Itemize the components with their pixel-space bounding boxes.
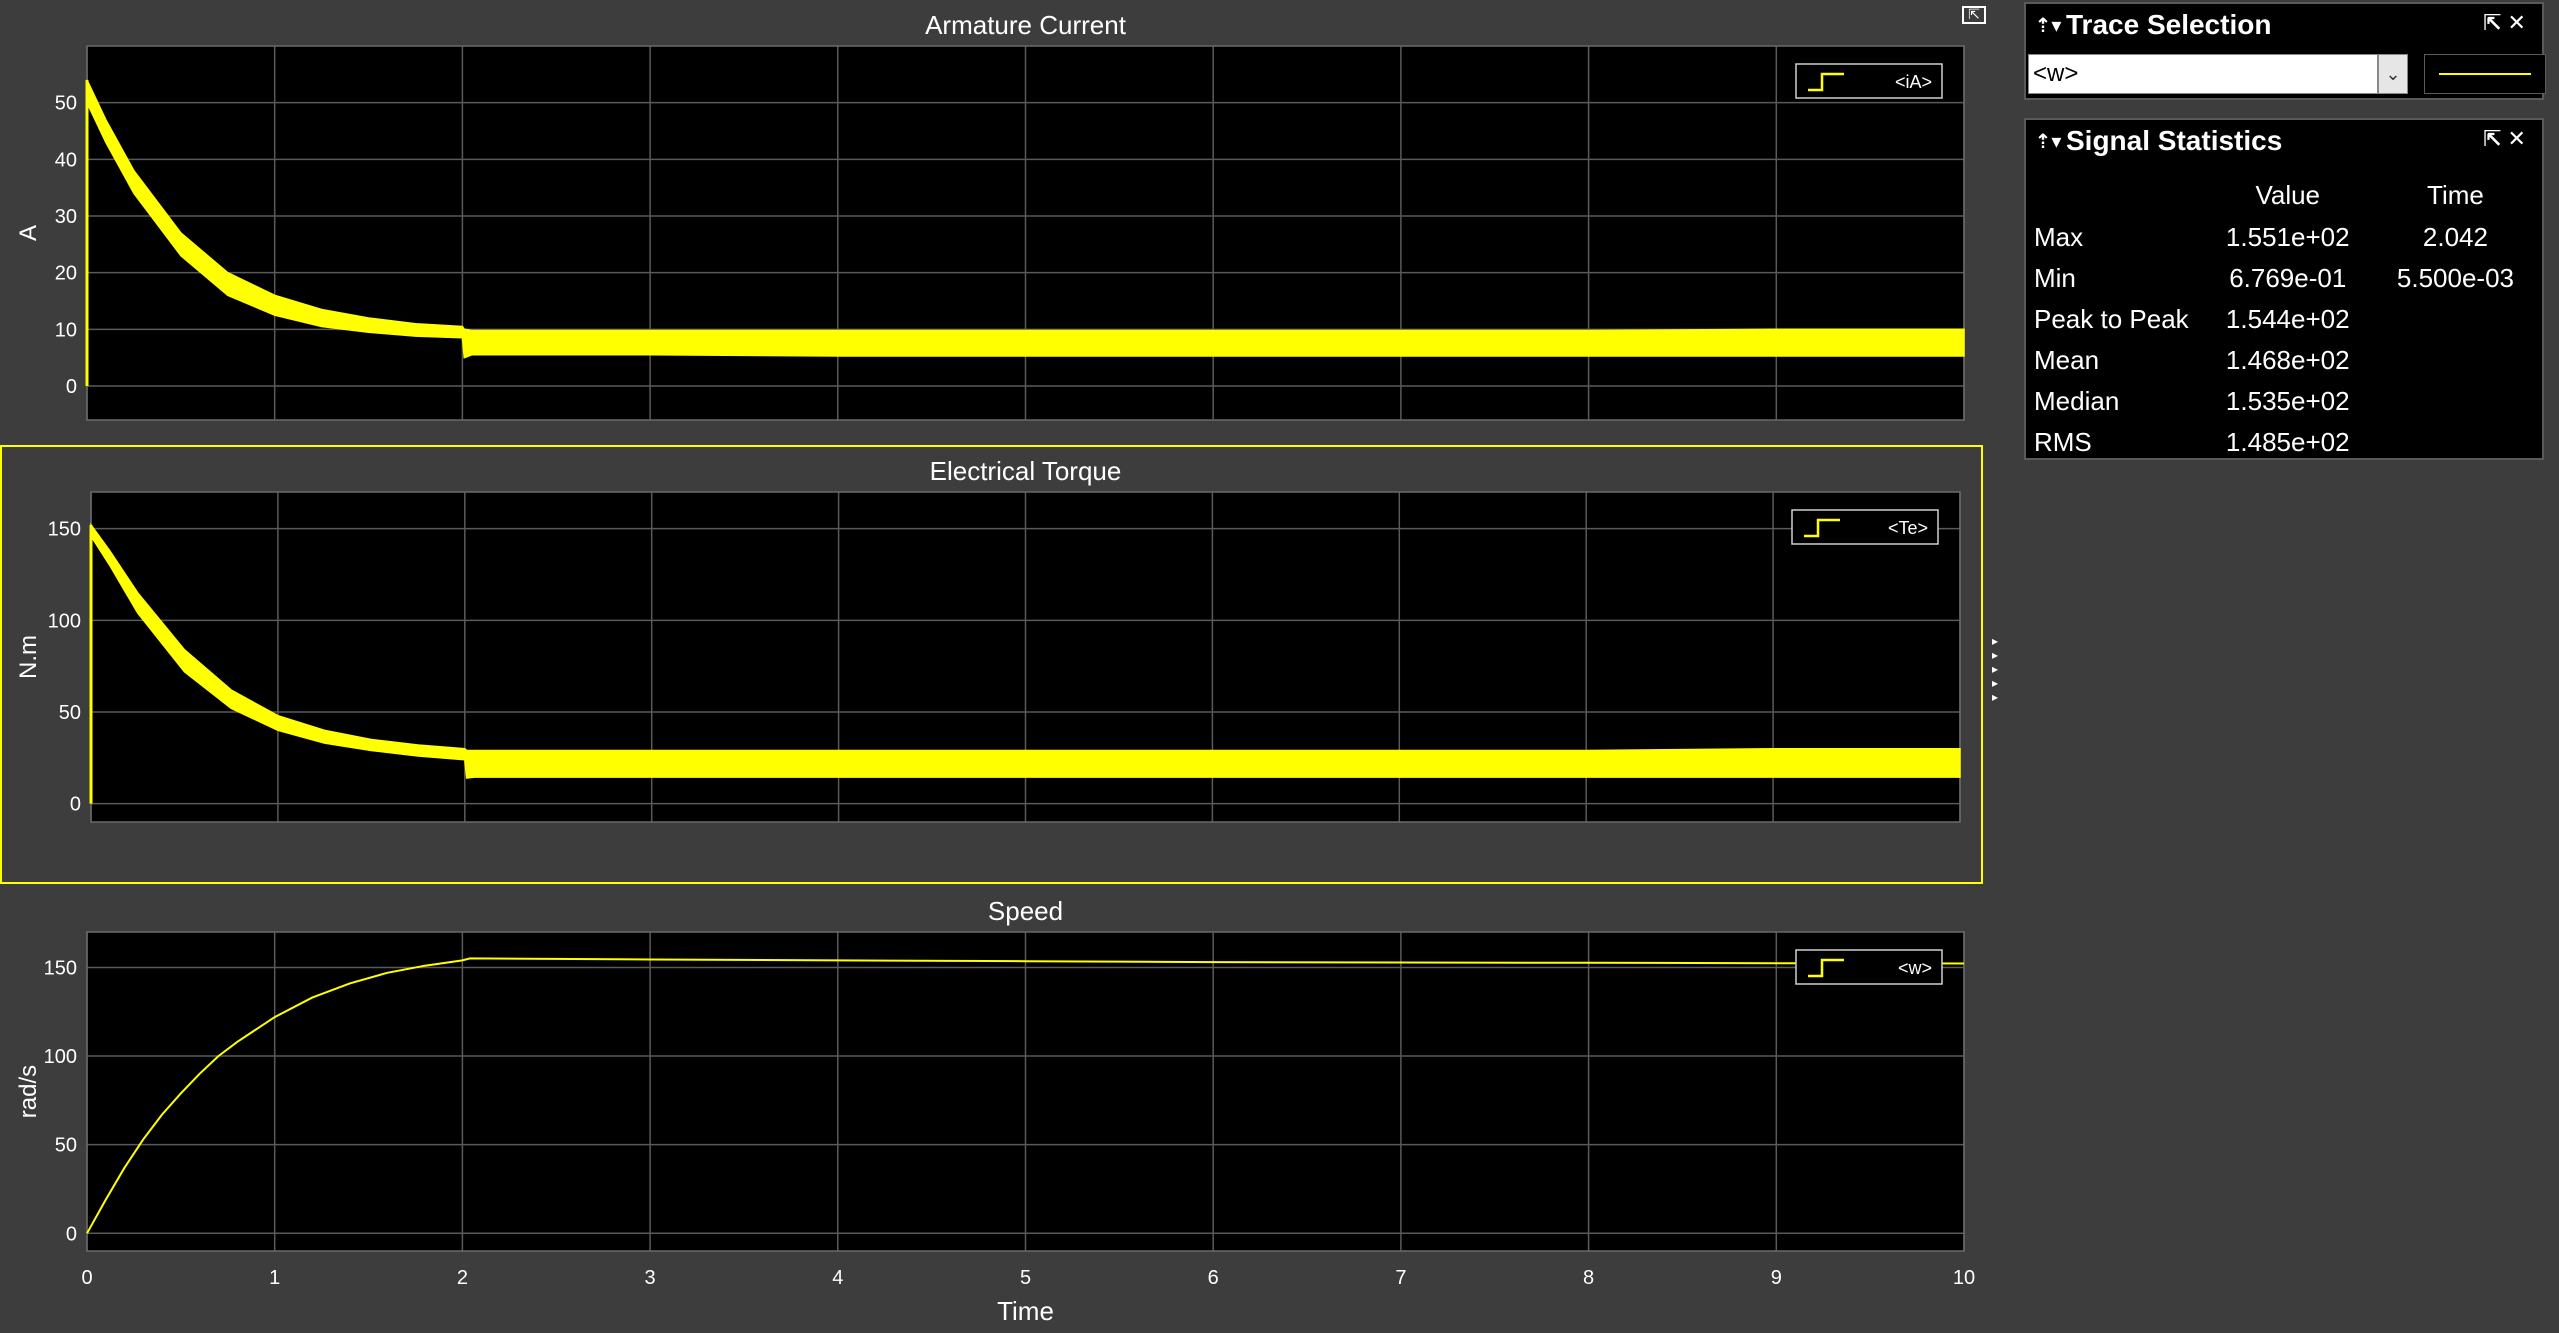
- y-tick-label: 0: [66, 376, 77, 398]
- legend-label: <iA>: [1895, 72, 1932, 92]
- y-tick-label: 0: [66, 1223, 77, 1245]
- signal-statistics-panel: ⇡▾ Signal Statistics ⇱✕ Value Time Max 1…: [2024, 118, 2544, 460]
- trace-selection-panel: ⇡▾ Trace Selection ⇱✕ <w> ⌄: [2024, 2, 2546, 100]
- panel-window-buttons[interactable]: ⇱✕: [2483, 10, 2532, 36]
- y-tick-label: 40: [55, 149, 77, 171]
- stats-col-value: Value: [2255, 180, 2321, 210]
- x-tick-label: 4: [832, 1267, 843, 1289]
- trace-selection-title: Trace Selection: [2066, 9, 2272, 40]
- plot-title: Electrical Torque: [930, 456, 1122, 486]
- stats-row: RMS 1.485e+02: [2030, 422, 2542, 463]
- x-axis-label: Time: [997, 1296, 1054, 1326]
- stats-time: [2369, 299, 2542, 340]
- trace-selection-header: ⇡▾ Trace Selection ⇱✕: [2026, 4, 2542, 46]
- stats-time: [2369, 381, 2542, 422]
- stats-label: RMS: [2034, 427, 2092, 457]
- undock-icon[interactable]: ⇱: [1962, 6, 1986, 24]
- stats-col-time: Time: [2427, 180, 2484, 210]
- legend-label: <Te>: [1888, 518, 1928, 538]
- legend: <w>: [1795, 949, 1943, 985]
- x-tick-label: 5: [1020, 1267, 1031, 1289]
- stats-label: Mean: [2034, 345, 2100, 375]
- y-axis-label: N.m: [15, 635, 42, 679]
- y-tick-label: 100: [44, 1046, 77, 1068]
- stats-time: 2.042: [2422, 222, 2488, 252]
- x-tick-label: 1: [269, 1267, 280, 1289]
- y-axis-label: rad/s: [15, 1065, 42, 1118]
- stats-value: 1.544e+02: [2225, 304, 2350, 334]
- stats-label: Peak to Peak: [2034, 304, 2189, 334]
- y-tick-label: 150: [48, 519, 81, 541]
- signal-statistics-title: Signal Statistics: [2066, 125, 2283, 156]
- x-tick-label: 8: [1583, 1267, 1594, 1289]
- x-tick-label: 10: [1953, 1267, 1975, 1289]
- stats-time: [2369, 422, 2542, 463]
- stats-value: 1.468e+02: [2225, 345, 2350, 375]
- x-tick-label: 6: [1208, 1267, 1219, 1289]
- plot-title: Speed: [988, 896, 1063, 926]
- trace-select-dropdown[interactable]: <w>: [2028, 54, 2378, 94]
- stats-row: Peak to Peak 1.544e+02: [2030, 299, 2542, 340]
- legend: <iA>: [1795, 63, 1943, 99]
- expand-arrows-icon[interactable]: ▸ ▸ ▸ ▸ ▸: [1992, 634, 2006, 704]
- y-tick-label: 100: [48, 610, 81, 632]
- stats-label: Median: [2034, 386, 2120, 416]
- x-tick-label: 9: [1771, 1267, 1782, 1289]
- trace-line-style-swatch[interactable]: [2424, 54, 2546, 94]
- stats-row: Mean 1.468e+02: [2030, 340, 2542, 381]
- signal-statistics-table: Value Time Max 1.551e+02 2.042 Min 6.769…: [2030, 174, 2542, 463]
- collapse-pin-icon[interactable]: ⇡▾: [2034, 129, 2062, 154]
- collapse-pin-icon[interactable]: ⇡▾: [2034, 13, 2062, 38]
- stats-time: 5.500e-03: [2396, 263, 2514, 293]
- x-tick-label: 2: [457, 1267, 468, 1289]
- stats-row: Min 6.769e-01 5.500e-03: [2030, 258, 2542, 299]
- y-tick-label: 50: [55, 1135, 77, 1157]
- panel-window-buttons[interactable]: ⇱✕: [2483, 126, 2532, 152]
- stats-value: 1.551e+02: [2225, 222, 2350, 252]
- stats-time: [2369, 340, 2542, 381]
- legend: <Te>: [1791, 509, 1939, 545]
- stats-row: Max 1.551e+02 2.042: [2030, 217, 2542, 258]
- plot-title: Armature Current: [925, 10, 1127, 40]
- y-tick-label: 0: [70, 794, 81, 816]
- stats-row: Median 1.535e+02: [2030, 381, 2542, 422]
- stats-value: 6.769e-01: [2229, 263, 2347, 293]
- y-tick-label: 50: [59, 702, 81, 724]
- signal-statistics-header: ⇡▾ Signal Statistics ⇱✕: [2026, 120, 2542, 162]
- stats-label: Max: [2034, 222, 2084, 252]
- stats-value: 1.535e+02: [2225, 386, 2350, 416]
- y-tick-label: 10: [55, 319, 77, 341]
- chevron-down-icon[interactable]: ⌄: [2378, 54, 2408, 94]
- legend-label: <w>: [1898, 958, 1932, 978]
- y-tick-label: 150: [44, 957, 77, 979]
- stats-label: Min: [2034, 263, 2076, 293]
- x-tick-label: 7: [1395, 1267, 1406, 1289]
- stats-value: 1.485e+02: [2225, 427, 2350, 457]
- y-tick-label: 20: [55, 263, 77, 285]
- x-tick-label: 3: [645, 1267, 656, 1289]
- y-tick-label: 50: [55, 93, 77, 115]
- x-tick-label: 0: [81, 1267, 92, 1289]
- y-tick-label: 30: [55, 206, 77, 228]
- y-axis-label: A: [15, 225, 42, 241]
